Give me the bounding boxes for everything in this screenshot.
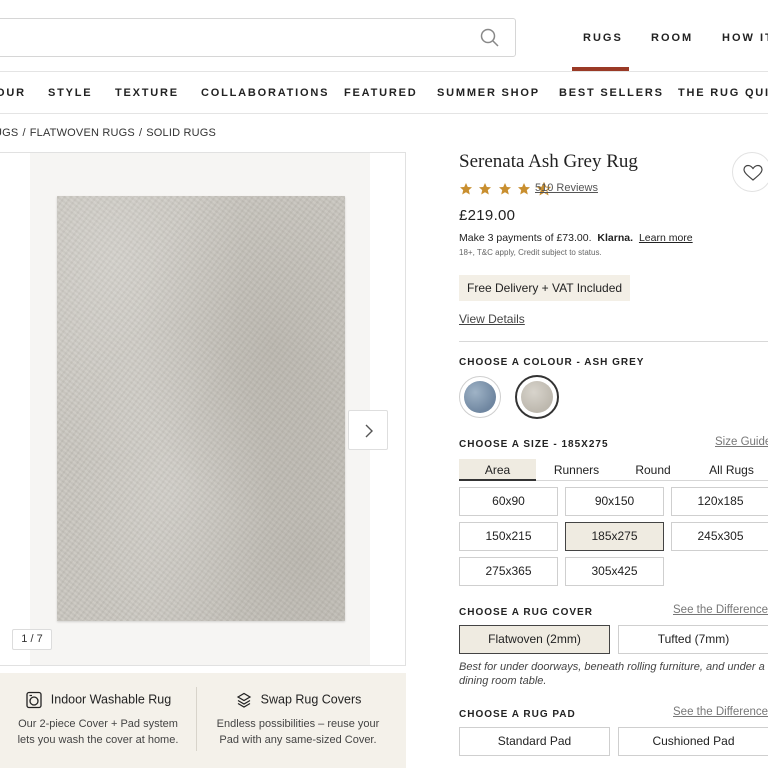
catnav-divider	[0, 113, 768, 114]
heart-icon	[743, 164, 763, 181]
star-full-icon	[459, 182, 473, 196]
info-divider	[459, 341, 768, 342]
pad-label: CHOOSE A RUG PAD	[459, 709, 576, 720]
feature-swap-title: Swap Rug Covers	[260, 692, 362, 707]
breadcrumb-solid[interactable]: SOLID RUGS	[146, 127, 216, 139]
pad-difference-link[interactable]: See the Difference	[673, 706, 768, 718]
breadcrumb-flatwoven[interactable]: FLATWOVEN RUGS	[30, 127, 135, 139]
cover-flatwoven-button[interactable]: Flatwoven (2mm)	[459, 625, 610, 654]
size-label: CHOOSE A SIZE - 185X275	[459, 439, 609, 450]
tab-round[interactable]: Round	[629, 459, 677, 481]
catnav-rug-quiz[interactable]: THE RUG QUIZ	[678, 87, 768, 99]
product-title: Serenata Ash Grey Rug	[459, 151, 638, 172]
nav-how-it-works[interactable]: HOW IT	[722, 32, 768, 44]
chevron-right-icon	[365, 424, 373, 438]
breadcrumb-rugs[interactable]: UGS	[0, 127, 18, 139]
gallery-counter: 1 / 7	[12, 629, 52, 650]
size-option[interactable]: 275x365	[459, 557, 558, 586]
breadcrumb-separator: /	[138, 127, 143, 139]
swatch-blue[interactable]	[459, 376, 501, 418]
klarna-learn-more-link[interactable]: Learn more	[639, 232, 693, 244]
size-tabs: Area Runners Round All Rugs	[459, 459, 768, 481]
feature-swap: Swap Rug Covers Endless possibilities – …	[198, 673, 398, 768]
star-full-icon	[498, 182, 512, 196]
tab-runners[interactable]: Runners	[549, 459, 604, 481]
feature-swap-desc: Endless possibilities – reuse your Pad w…	[216, 718, 380, 746]
wishlist-button[interactable]	[732, 152, 768, 192]
swap-icon	[235, 691, 253, 709]
catnav-style[interactable]: STYLE	[48, 87, 92, 99]
tab-all-rugs[interactable]: All Rugs	[704, 459, 759, 481]
star-full-icon	[517, 182, 531, 196]
delivery-badge: Free Delivery + VAT Included	[459, 275, 631, 301]
catnav-best-sellers[interactable]: BEST SELLERS	[559, 87, 664, 99]
feature-washable-desc: Our 2-piece Cover + Pad system lets you …	[17, 718, 179, 746]
size-option[interactable]: 245x305	[671, 522, 768, 551]
gallery-next-button[interactable]	[348, 410, 388, 450]
klarna-logo: Klarna.	[597, 232, 634, 244]
size-option[interactable]: 150x215	[459, 522, 558, 551]
features-strip: Indoor Washable Rug Our 2-piece Cover + …	[0, 673, 406, 768]
cover-note: Best for under doorways, beneath rolling…	[459, 661, 765, 687]
header-divider	[0, 71, 768, 72]
nav-room[interactable]: ROOM	[651, 32, 693, 44]
size-option[interactable]: 90x150	[565, 487, 664, 516]
view-details-link[interactable]: View Details	[459, 312, 525, 326]
cover-difference-link[interactable]: See the Difference	[673, 604, 768, 616]
catnav-featured[interactable]: FEATURED	[344, 87, 417, 99]
size-option[interactable]: 120x185	[671, 487, 768, 516]
feature-washable: Indoor Washable Rug Our 2-piece Cover + …	[0, 673, 198, 768]
feature-divider	[196, 687, 197, 751]
size-option[interactable]: 305x425	[565, 557, 664, 586]
pad-standard-button[interactable]: Standard Pad	[459, 727, 610, 756]
catnav-collaborations[interactable]: COLLABORATIONS	[201, 87, 329, 99]
swatch-ash-grey[interactable]	[515, 375, 559, 419]
nav-rugs[interactable]: RUGS	[583, 32, 623, 44]
catnav-summer-shop[interactable]: SUMMER SHOP	[437, 87, 540, 99]
klarna-payments-text: Make 3 payments of £73.00.	[459, 232, 592, 244]
feature-washable-title: Indoor Washable Rug	[50, 692, 172, 707]
cover-tufted-button[interactable]: Tufted (7mm)	[618, 625, 768, 654]
klarna-terms: 18+, T&C apply, Credit subject to status…	[459, 248, 602, 257]
breadcrumb: UGS/FLATWOVEN RUGS/SOLID RUGS	[0, 127, 216, 139]
top-nav: RUGS ROOM HOW IT	[0, 32, 768, 46]
rug-image[interactable]	[57, 196, 345, 621]
tab-area[interactable]: Area	[459, 459, 536, 481]
klarna-info: Make 3 payments of £73.00. Klarna. Learn…	[459, 232, 693, 244]
colour-label: CHOOSE A COLOUR - ASH GREY	[459, 357, 645, 368]
breadcrumb-separator: /	[22, 127, 26, 139]
reviews-link[interactable]: 510 Reviews	[535, 182, 598, 194]
product-price: £219.00	[459, 207, 516, 224]
catnav-texture[interactable]: TEXTURE	[115, 87, 179, 99]
size-option[interactable]: 60x90	[459, 487, 558, 516]
star-full-icon	[478, 182, 492, 196]
size-guide-link[interactable]: Size Guide	[715, 436, 768, 448]
pad-cushioned-button[interactable]: Cushioned Pad	[618, 727, 768, 756]
washing-machine-icon	[25, 691, 43, 709]
catnav-colour[interactable]: OUR	[0, 87, 26, 99]
cover-label: CHOOSE A RUG COVER	[459, 607, 593, 618]
size-option-selected[interactable]: 185x275	[565, 522, 664, 551]
